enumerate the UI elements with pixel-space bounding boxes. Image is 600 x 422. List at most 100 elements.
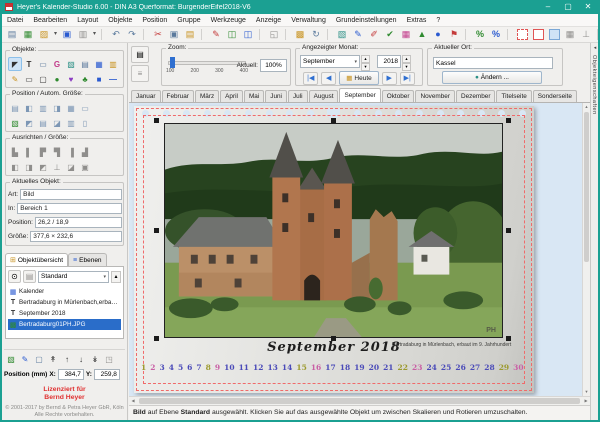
cut-icon[interactable]: ✂ <box>150 27 166 42</box>
add-image-icon[interactable]: ▧ <box>4 352 18 366</box>
month-tab[interactable]: Juni <box>265 90 287 102</box>
object-list-item[interactable]: ▦ Kalender <box>8 286 121 297</box>
menu-item[interactable]: Position <box>137 14 172 27</box>
crop-icon[interactable]: ◱ <box>266 27 282 42</box>
castle-photo[interactable]: PH <box>164 123 503 338</box>
resize-handle-ml[interactable] <box>154 228 159 233</box>
paste-into-icon[interactable]: ▩ <box>292 27 308 42</box>
auto-position-icon[interactable]: ▤ <box>8 101 22 115</box>
text-tool-icon[interactable]: T <box>22 57 36 71</box>
month-tab[interactable]: Juli <box>288 90 308 102</box>
menu-item[interactable]: Bearbeiten <box>28 14 72 27</box>
position-bottom-icon[interactable]: ◪ <box>50 116 64 130</box>
to-back-icon[interactable]: ↡ <box>88 352 102 366</box>
same-width-icon[interactable]: ▐ <box>64 145 78 159</box>
menu-item[interactable]: ? <box>431 14 445 27</box>
align-top-icon[interactable]: ◧ <box>8 160 22 174</box>
filled-rect-tool-icon[interactable]: ■ <box>92 72 106 86</box>
backward-icon[interactable]: ↓ <box>74 352 88 366</box>
show-trim-frame-icon[interactable] <box>530 27 546 42</box>
rotate-icon[interactable]: ↻ <box>308 27 324 42</box>
duplicate-icon[interactable]: ◫ <box>240 27 256 42</box>
canvas-horizontal-scrollbar[interactable]: ◀ ▶ <box>129 396 590 405</box>
image-icon[interactable]: ▧ <box>334 27 350 42</box>
visibility-eye-icon[interactable]: ⊙ <box>8 270 21 283</box>
prev-year-button[interactable]: |◀ <box>303 72 318 85</box>
scroll-left-arrow[interactable]: ◀ <box>129 397 137 405</box>
textbox-tool-icon[interactable]: ▭ <box>36 57 50 71</box>
location-field[interactable]: Kassel <box>433 57 553 69</box>
menu-item[interactable]: Verwaltung <box>286 14 331 27</box>
list-toggle-button[interactable]: ≡ <box>131 65 149 82</box>
menu-item[interactable]: Werkzeuge <box>206 14 251 27</box>
page-icon[interactable]: ▢ <box>32 352 46 366</box>
print-icon[interactable]: ▥ <box>75 27 91 42</box>
resize-handle-tr[interactable] <box>506 118 511 123</box>
paste-icon[interactable]: ▤ <box>182 27 198 42</box>
horizontal-scroll-thumb[interactable] <box>139 398 580 404</box>
month-tab[interactable]: Februar <box>162 90 194 102</box>
resize-handle-tl[interactable] <box>154 118 159 123</box>
table-tool-icon[interactable]: ▦ <box>92 57 106 71</box>
diagram-tool-icon[interactable]: ▤ <box>78 57 92 71</box>
align-left-icon[interactable]: ▙ <box>8 145 22 159</box>
month-tab[interactable]: Dezember <box>456 90 495 102</box>
rectangle-tool-icon[interactable]: ▭ <box>22 72 36 86</box>
flag-icon[interactable]: ⚑ <box>446 27 462 42</box>
layer-up-button[interactable]: ▴ <box>111 271 121 283</box>
new-document-icon[interactable]: ▤ <box>4 27 20 42</box>
show-bleed-frame-icon[interactable] <box>514 27 530 42</box>
expand-panel-button[interactable]: ◂ <box>591 43 599 53</box>
christmas-tree-icon[interactable]: ▲ <box>414 27 430 42</box>
maximize-button[interactable]: ▢ <box>558 0 578 14</box>
scale-up-icon[interactable]: % <box>472 27 488 42</box>
ruler-icon[interactable]: ⊥ <box>578 27 594 42</box>
fit-height-icon[interactable]: ▯ <box>78 116 92 130</box>
scroll-up-arrow[interactable]: ▲ <box>583 103 590 111</box>
position-top-icon[interactable]: ◩ <box>22 116 36 130</box>
grid-icon[interactable]: ▦ <box>562 27 578 42</box>
menu-item[interactable]: Gruppe <box>172 14 205 27</box>
copy-icon[interactable]: ▣ <box>166 27 182 42</box>
year-spinner[interactable]: ▴▾ <box>402 55 411 68</box>
align-bottom-icon[interactable]: ◩ <box>36 160 50 174</box>
next-month-button[interactable]: ▶ <box>382 72 397 85</box>
menu-item[interactable]: Anzeige <box>251 14 286 27</box>
align-middle-icon[interactable]: ◨ <box>22 160 36 174</box>
print-dropdown-icon[interactable]: ▾ <box>91 27 98 42</box>
same-height-icon[interactable]: ◪ <box>64 160 78 174</box>
resize-handle-mr[interactable] <box>506 228 511 233</box>
prev-month-button[interactable]: ◀ <box>321 72 336 85</box>
edit-pencil-icon[interactable]: ✎ <box>350 27 366 42</box>
menu-item[interactable]: Grundeinstellungen <box>331 14 402 27</box>
month-tab[interactable]: Mai <box>244 90 264 102</box>
month-tab[interactable]: November <box>415 90 454 102</box>
align-right-icon[interactable]: ▛ <box>36 145 50 159</box>
object-list-item[interactable]: ▩ Bertradaburg01PH.JPG <box>8 319 121 330</box>
forward-icon[interactable]: ↑ <box>60 352 74 366</box>
position-left-icon[interactable]: ◧ <box>22 101 36 115</box>
month-tab[interactable]: August <box>309 90 339 102</box>
month-select[interactable]: September ▾ <box>300 55 360 68</box>
same-size-icon[interactable]: ▟ <box>78 145 92 159</box>
month-tab[interactable]: Januar <box>131 90 161 102</box>
image-tool-icon[interactable]: ▧ <box>64 57 78 71</box>
menu-item[interactable]: Layout <box>72 14 103 27</box>
to-front-icon[interactable]: ↟ <box>46 352 60 366</box>
redo-icon[interactable]: ↷ <box>124 27 140 42</box>
undo-icon[interactable]: ↶ <box>108 27 124 42</box>
close-button[interactable]: ✕ <box>578 0 598 14</box>
month-tab[interactable]: Sonderseite <box>533 90 577 102</box>
tab-objektuebersicht[interactable]: ⊞ Objektübersicht <box>5 253 68 266</box>
mosaic-icon[interactable]: ▦ <box>398 27 414 42</box>
position-center-h-icon[interactable]: ▥ <box>36 101 50 115</box>
small-object-icon[interactable]: ◳ <box>102 352 116 366</box>
erase-icon[interactable]: ✎ <box>208 27 224 42</box>
fit-width-icon[interactable]: ▭ <box>78 101 92 115</box>
new-calendar-icon[interactable]: ▦ <box>20 27 36 42</box>
canvas-vertical-scrollbar[interactable]: ▲ ▼ <box>582 103 590 396</box>
object-list-item[interactable]: T September 2018 <box>8 308 121 319</box>
object-list-item[interactable]: T Bertradaburg in Mürlenbach,erbaut im .… <box>8 297 121 308</box>
wordart-tool-icon[interactable]: G <box>50 57 64 71</box>
heute-button[interactable]: ▦ Heute <box>339 71 379 85</box>
